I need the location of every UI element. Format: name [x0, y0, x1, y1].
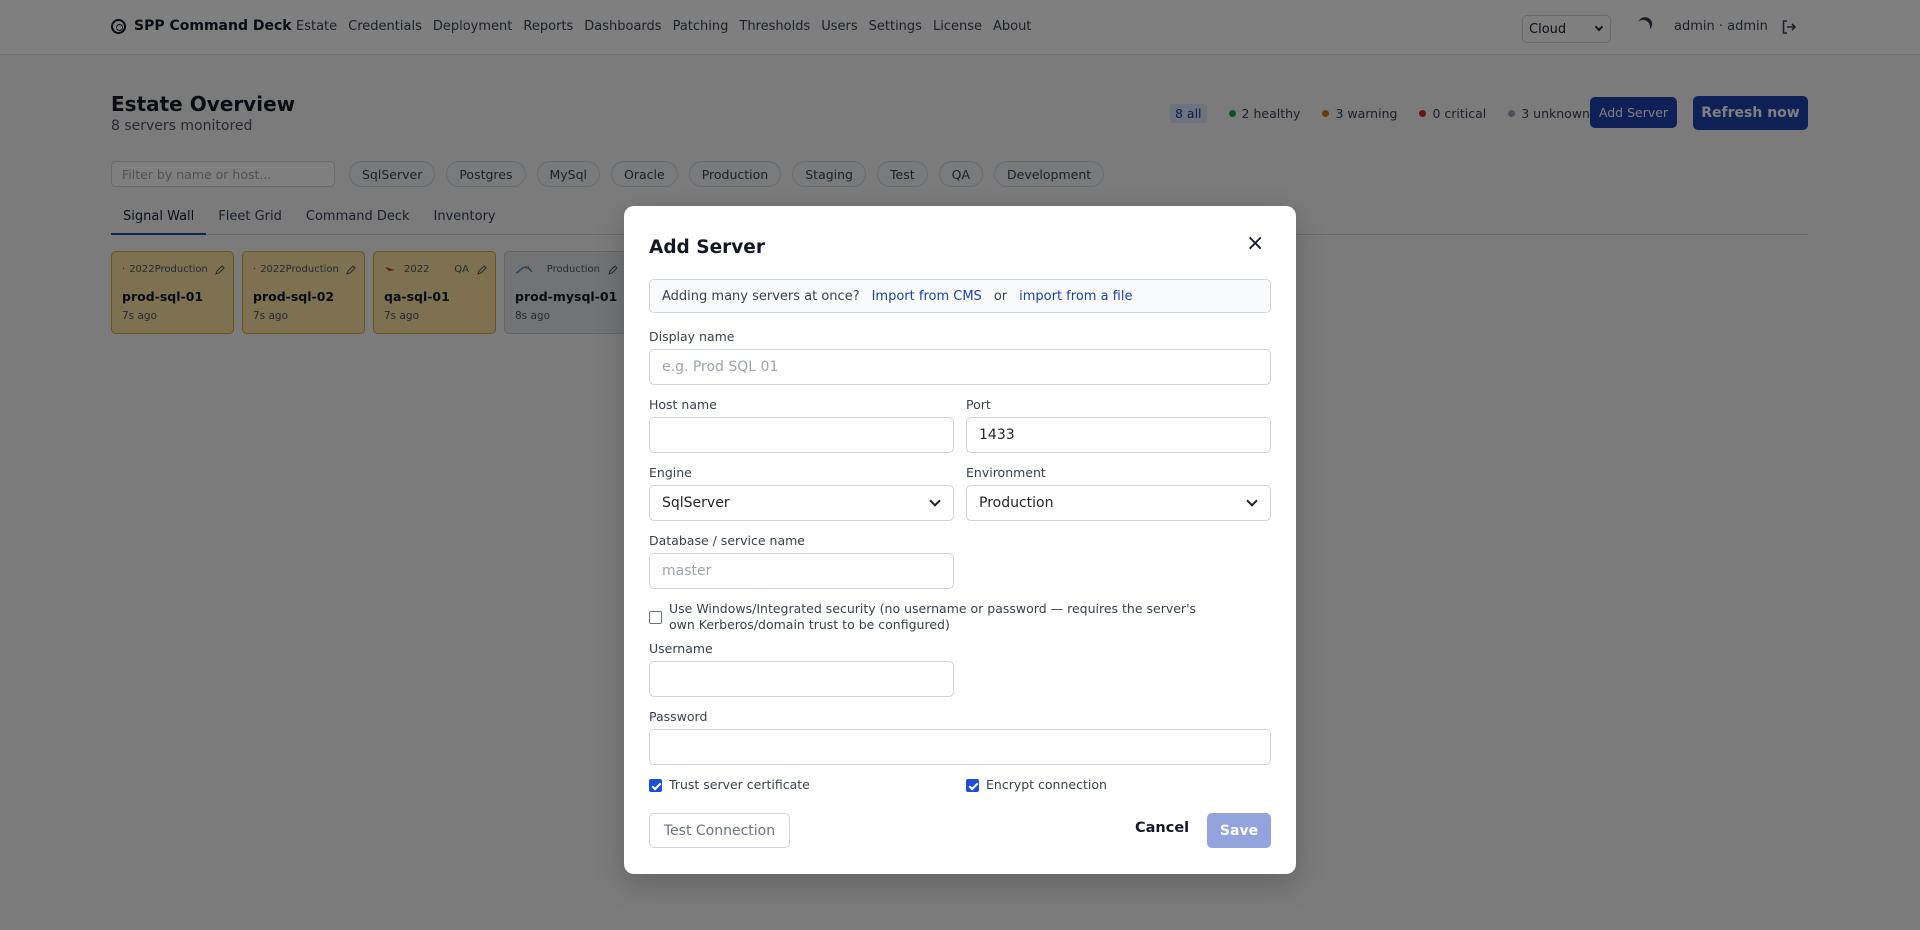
import-cms-link[interactable]: Import from CMS	[872, 289, 982, 304]
trust-certificate-label: Trust server certificate	[669, 777, 810, 792]
port-label: Port	[966, 397, 991, 412]
engine-label: Engine	[649, 465, 692, 480]
import-file-link[interactable]: import from a file	[1019, 289, 1132, 304]
host-name-input[interactable]	[649, 417, 954, 453]
environment-field-value: Production	[979, 495, 1054, 511]
host-name-label: Host name	[649, 397, 717, 412]
chevron-down-icon	[1246, 495, 1258, 507]
password-label: Password	[649, 709, 708, 724]
cancel-button[interactable]: Cancel	[1135, 820, 1189, 836]
database-input[interactable]: master	[649, 553, 954, 589]
username-label: Username	[649, 641, 713, 656]
close-icon[interactable]: ×	[1246, 233, 1264, 255]
username-input[interactable]	[649, 661, 954, 697]
import-prompt: Adding many servers at once?	[662, 288, 860, 304]
integrated-security-label: Use Windows/Integrated security (no user…	[669, 601, 1197, 632]
trust-certificate-checkbox[interactable]	[649, 779, 662, 792]
display-name-label: Display name	[649, 329, 735, 344]
add-server-dialog: Add Server × Adding many servers at once…	[624, 206, 1296, 874]
encrypt-connection-label: Encrypt connection	[986, 777, 1107, 792]
display-name-input[interactable]: e.g. Prod SQL 01	[649, 349, 1271, 385]
save-button[interactable]: Save	[1207, 813, 1271, 848]
engine-select[interactable]: SqlServer	[649, 485, 954, 521]
encrypt-connection-checkbox[interactable]	[966, 779, 979, 792]
database-label: Database / service name	[649, 533, 805, 548]
import-or: or	[993, 288, 1008, 304]
port-input[interactable]: 1433	[966, 417, 1271, 453]
chevron-down-icon	[929, 495, 941, 507]
engine-select-value: SqlServer	[662, 495, 730, 511]
test-connection-button[interactable]: Test Connection	[649, 813, 790, 848]
environment-label: Environment	[966, 465, 1046, 480]
environment-field-select[interactable]: Production	[966, 485, 1271, 521]
integrated-security-checkbox[interactable]	[649, 611, 662, 624]
import-banner: Adding many servers at once? Import from…	[649, 279, 1271, 313]
password-input[interactable]	[649, 729, 1271, 765]
dialog-title: Add Server	[649, 237, 765, 258]
